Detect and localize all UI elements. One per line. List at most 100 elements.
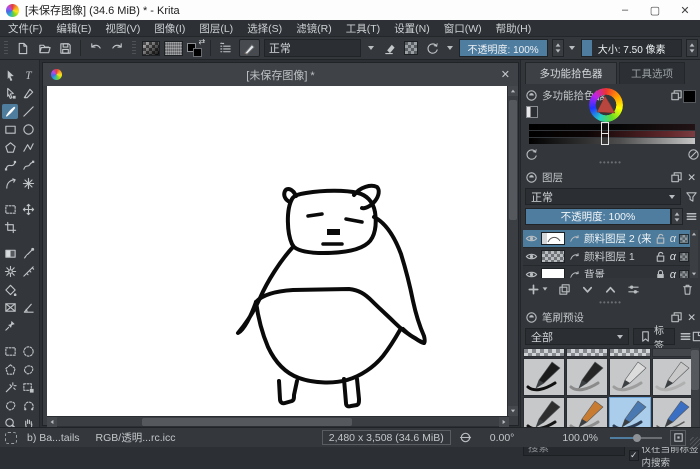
undo-button[interactable]	[87, 39, 104, 57]
brush-preset-thumbnail[interactable]	[609, 358, 651, 396]
layer-row[interactable]: 颜料图层 1 α	[523, 248, 691, 266]
move-layer-up-button[interactable]	[604, 283, 617, 296]
brush-preset-thumbnail[interactable]	[652, 358, 694, 396]
menu-file[interactable]: 文件(F)	[8, 21, 42, 36]
layer-alpha-icon[interactable]: α	[670, 269, 676, 279]
layer-opacity-slider[interactable]: 不透明度: 100%	[525, 208, 671, 225]
layer-name[interactable]: 颜料图层 2 (来自粘贴)	[584, 231, 651, 246]
enclose-fill-tool-icon[interactable]	[21, 380, 37, 395]
layer-properties-button[interactable]	[627, 283, 640, 296]
move-layer-down-button[interactable]	[581, 283, 594, 296]
layer-visibility-icon[interactable]	[525, 268, 538, 278]
duplicate-layer-button[interactable]	[558, 283, 571, 296]
layer-row[interactable]: 背景 α	[523, 266, 691, 278]
statusbar-zoom-value[interactable]: 100.0%	[562, 432, 598, 444]
new-document-button[interactable]	[14, 39, 31, 57]
minimize-button[interactable]: –	[610, 0, 640, 20]
close-button[interactable]: ✕	[670, 0, 700, 20]
inherit-alpha-icon[interactable]	[679, 234, 689, 244]
menu-view[interactable]: 视图(V)	[105, 21, 140, 36]
zoom-slider-handle[interactable]	[633, 434, 641, 442]
layer-list-scrollbar[interactable]	[690, 230, 698, 278]
tab-tool-options[interactable]: 工具选项	[619, 62, 685, 84]
maximize-button[interactable]: ▢	[640, 0, 670, 20]
reference-images-tool-icon[interactable]	[2, 318, 18, 333]
swap-colors-icon[interactable]: ⇄	[198, 37, 205, 46]
layer-lock-icon[interactable]	[654, 232, 667, 245]
resize-grip[interactable]	[690, 437, 700, 447]
elliptical-selection-tool-icon[interactable]	[21, 344, 37, 359]
bezier-curve-tool-icon[interactable]	[2, 158, 18, 173]
menu-image[interactable]: 图像(I)	[154, 21, 185, 36]
color-layout-icon[interactable]	[526, 106, 538, 118]
color-triangle[interactable]	[589, 88, 623, 122]
opacity-slider[interactable]: 不透明度: 100%	[459, 39, 548, 57]
polyline-tool-icon[interactable]	[21, 140, 37, 155]
toolbar-grip[interactable]	[4, 41, 8, 55]
close-docker-icon[interactable]: ✕	[687, 312, 696, 324]
inherit-alpha-icon[interactable]	[679, 252, 689, 262]
open-document-button[interactable]	[35, 39, 52, 57]
foreground-background-colors[interactable]: ⇄	[187, 39, 204, 57]
layers-docker-header[interactable]: 图层 ✕	[525, 170, 696, 185]
size-slider[interactable]: 大小: 7.50 像素	[581, 39, 682, 57]
horizontal-scrollbar[interactable]	[47, 416, 509, 426]
float-docker-icon[interactable]	[670, 89, 683, 102]
multibrush-tool-icon[interactable]	[21, 176, 37, 191]
brush-preset-thumbnail[interactable]	[566, 348, 608, 357]
float-docker-icon[interactable]	[670, 171, 683, 184]
gradient-selector[interactable]	[142, 41, 160, 56]
menu-edit[interactable]: 编辑(E)	[56, 21, 91, 36]
brush-filter-dropdown[interactable]: 全部	[525, 328, 629, 345]
menu-layer[interactable]: 图层(L)	[199, 21, 233, 36]
move-tool-icon[interactable]	[21, 202, 37, 217]
measure-tool-icon[interactable]	[21, 300, 37, 315]
layer-filter-icon[interactable]	[685, 190, 698, 203]
brush-preset-thumbnail[interactable]	[523, 358, 565, 396]
layer-blend-mode-dropdown[interactable]: 正常	[525, 188, 681, 205]
zoom-fit-button[interactable]	[670, 430, 686, 446]
polygon-tool-icon[interactable]	[2, 140, 18, 155]
gradient-tool-icon[interactable]	[2, 246, 18, 261]
layer-alpha-icon[interactable]: α	[670, 251, 676, 263]
layer-alpha-icon[interactable]: α	[670, 233, 676, 245]
tab-advanced-color-selector[interactable]: 多功能拾色器	[525, 62, 617, 84]
outline-selection-tool-icon[interactable]	[2, 398, 18, 413]
layer-visibility-icon[interactable]	[525, 250, 538, 263]
background-color-swatch[interactable]	[193, 48, 202, 57]
freehand-brush-tool-icon[interactable]	[2, 104, 18, 119]
vertical-scrollbar-thumb[interactable]	[509, 100, 517, 220]
layer-row[interactable]: 颜料图层 2 (来自粘贴) α	[523, 230, 691, 248]
inherit-alpha-icon[interactable]	[679, 270, 689, 279]
fill-tool-icon[interactable]	[2, 282, 18, 297]
polygonal-selection-tool-icon[interactable]	[2, 362, 18, 377]
layer-lock-icon[interactable]	[654, 250, 667, 263]
brush-grid-scrollbar[interactable]	[691, 348, 699, 434]
layer-name[interactable]: 颜料图层 1	[584, 249, 651, 264]
menu-settings[interactable]: 设置(N)	[394, 21, 430, 36]
magnetic-selection-tool-icon[interactable]	[21, 398, 37, 413]
select-shapes-tool-icon[interactable]	[2, 68, 18, 83]
tag-button[interactable]: 标签	[633, 328, 675, 345]
float-docker-icon[interactable]	[670, 311, 683, 324]
canvas-close-icon[interactable]: ✕	[501, 68, 510, 81]
menu-window[interactable]: 窗口(W)	[444, 21, 482, 36]
pattern-edit-tool-icon[interactable]	[2, 264, 18, 279]
layer-lock-icon[interactable]	[654, 268, 667, 278]
reload-preset-icon[interactable]	[423, 39, 440, 57]
brush-preset-thumbnail[interactable]	[609, 348, 651, 357]
color-sampler-tool-icon[interactable]	[21, 246, 37, 261]
rectangular-selection-tool-icon[interactable]	[2, 344, 18, 359]
crop-tool-icon[interactable]	[2, 220, 18, 235]
smart-patch-tool-icon[interactable]	[21, 264, 37, 279]
docker-splitter[interactable]: ••••••	[521, 160, 700, 166]
redo-button[interactable]	[109, 39, 126, 57]
layer-options-icon[interactable]	[685, 210, 698, 223]
ellipse-tool-icon[interactable]	[21, 122, 37, 137]
add-layer-button[interactable]	[527, 283, 548, 296]
color-history-bar-3[interactable]	[529, 138, 695, 144]
brush-docker-header[interactable]: 笔刷预设 ✕	[525, 310, 696, 325]
rectangle-tool-icon[interactable]	[2, 122, 18, 137]
horizontal-scrollbar-thumb[interactable]	[142, 418, 352, 426]
selection-display-mode-icon[interactable]	[5, 432, 17, 444]
